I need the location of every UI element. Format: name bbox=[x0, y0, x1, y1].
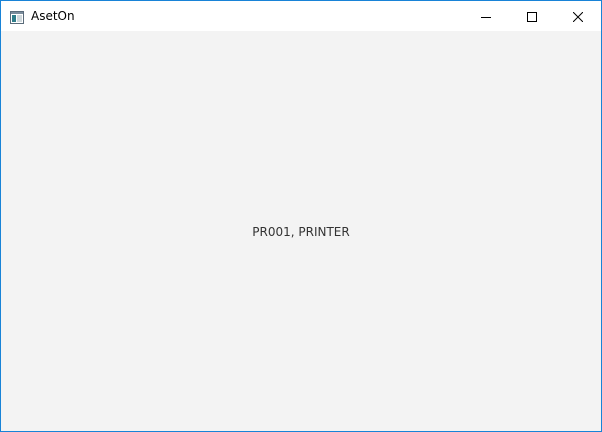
minimize-button[interactable] bbox=[463, 1, 509, 31]
title-bar[interactable]: AsetOn bbox=[1, 1, 601, 31]
maximize-icon bbox=[527, 7, 537, 26]
app-window-icon bbox=[10, 9, 24, 24]
window-title: AsetOn bbox=[31, 9, 75, 23]
asset-label: PR001, PRINTER bbox=[252, 225, 350, 239]
close-icon bbox=[572, 7, 584, 26]
close-button[interactable] bbox=[555, 1, 601, 31]
maximize-button[interactable] bbox=[509, 1, 555, 31]
minimize-icon bbox=[481, 7, 491, 26]
content-area: PR001, PRINTER bbox=[1, 31, 601, 431]
app-window: AsetOn PR001, PRINTER bbox=[0, 0, 602, 432]
